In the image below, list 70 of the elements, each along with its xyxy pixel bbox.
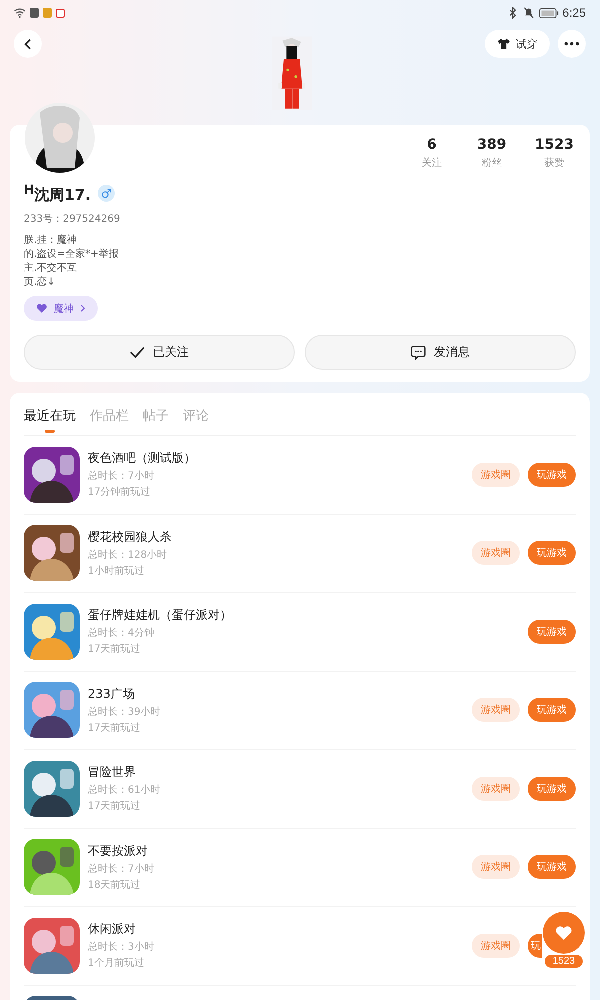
tab[interactable]: 作品栏 [90,401,129,431]
bio-line: 主.不交不互 [24,262,78,276]
last-played: 17天前玩过 [88,722,142,735]
game-circle-button[interactable]: 游戏圈 [472,698,520,722]
play-duration: 总时长：7小时 [88,470,156,484]
play-duration: 总时长：3小时 [88,940,156,954]
game-title: 樱花校园狼人杀 [88,528,173,546]
shirt-icon [497,38,511,50]
heart-icon [555,925,573,941]
play-button[interactable]: 玩游戏 [528,620,576,644]
last-played: 18天前玩过 [88,878,142,892]
stat-value: 6 [427,137,437,153]
game-circle-button[interactable]: 游戏圈 [472,934,520,958]
stat-label: 获赞 [544,156,565,170]
bell-off-icon [522,7,535,19]
stat-label: 关注 [422,156,442,170]
play-duration: 总时长：61小时 [88,784,162,798]
battery-icon [538,8,559,18]
play-button[interactable]: 玩游戏 [528,776,576,801]
more-button[interactable] [558,30,586,58]
play-button[interactable]: 玩游戏 [528,855,576,880]
tab[interactable]: 最近在玩 [24,401,76,431]
play-button[interactable]: 玩 [528,934,542,958]
clock: 6:25 [562,6,586,20]
play-button[interactable]: 玩游戏 [528,462,576,487]
bio-line: 朕.挂：魔神 [24,234,78,248]
user-id: 233号：297524269 [24,213,122,226]
stat-value: 1523 [535,137,574,153]
play-duration: 总时长：7小时 [88,862,156,876]
follow-button[interactable]: 已关注 [24,335,295,370]
tab[interactable]: 帖子 [143,401,169,431]
try-on-button[interactable]: 试穿 [485,30,550,58]
check-icon [130,345,145,360]
play-duration: 总时长：39小时 [88,706,162,719]
play-duration: 总时长：4分钟 [88,626,156,640]
game-circle-button[interactable]: 游戏圈 [472,541,520,566]
last-played: 1个月前玩过 [88,956,146,970]
last-played: 17天前玩过 [88,642,142,656]
game-title: 不要按派对 [88,842,149,860]
chevron-right-icon [80,304,86,313]
bio-line: 页.恋↓ [24,276,57,290]
wifi-icon [14,7,26,19]
game-circle-button[interactable]: 游戏圈 [472,462,520,487]
stat-label: 粉丝 [482,156,502,170]
game-title: 冒险世界 [88,764,137,782]
last-played: 17天前玩过 [88,800,142,814]
game-title: 233广场 [88,686,136,703]
last-played: 1小时前玩过 [88,564,146,578]
game-circle-button[interactable]: 游戏圈 [472,776,520,801]
gender-badge: ♂ [98,185,116,202]
stat-value: 389 [477,137,507,153]
game-title: 蛋仔牌娃娃机（蛋仔派对） [88,607,233,624]
heart-icon [36,303,48,314]
play-duration: 总时长：128小时 [88,548,168,562]
like-count: 1523 [544,955,584,968]
last-played: 17分钟前玩过 [88,486,152,500]
play-button[interactable]: 玩游戏 [528,541,576,566]
game-title: 夜色酒吧（测试版） [88,450,197,468]
more-icon [564,42,580,46]
play-button[interactable]: 玩游戏 [528,698,576,722]
bio-line: 的.盗设=全家*+举报 [24,248,120,262]
game-title: 休闲派对 [88,921,137,938]
tag-chip[interactable]: 魔神 [24,296,98,321]
tab[interactable]: 评论 [183,401,209,431]
chat-icon [411,345,426,360]
back-icon [22,38,34,50]
game-circle-button[interactable]: 游戏圈 [472,855,520,880]
back-button[interactable] [14,30,42,58]
message-button[interactable]: 发消息 [305,335,576,370]
user-name: $^{H}$沈周17. [24,182,92,205]
